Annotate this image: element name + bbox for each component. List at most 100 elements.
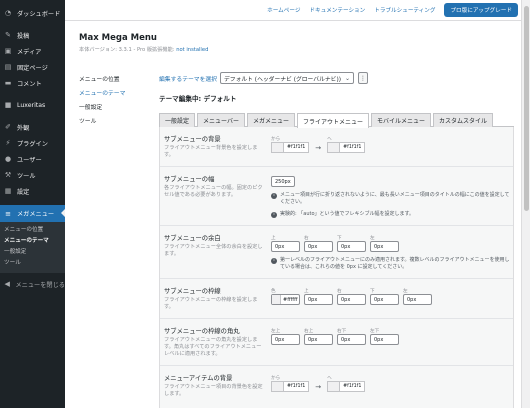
settings-icon: ▦ [4, 187, 12, 195]
tab-general[interactable]: 一般設定 [159, 113, 196, 127]
collapse-icon: ◀ [4, 280, 10, 288]
documentation-link[interactable]: ドキュメンテーション [309, 6, 365, 14]
subnav-tools[interactable]: ツール [79, 115, 139, 129]
border-color-picker[interactable]: #ffffff [271, 294, 300, 305]
sidebar-item-dashboard[interactable]: ◔ ダッシュボード [0, 5, 65, 21]
arrow-right-icon: → [315, 144, 322, 152]
plugin-title: Max Mega Menu [79, 33, 157, 43]
setting-row-submenu-width: サブメニューの幅各フライアウトメニューの幅。固定のピクセル値である必要があります… [160, 167, 513, 226]
color-swatch [328, 143, 341, 152]
submenu-item-themes[interactable]: メニューのテーマ [0, 236, 65, 247]
tab-flyout-menu[interactable]: フライアウトメニュー [296, 113, 369, 128]
brush-icon: ✐ [5, 123, 11, 131]
padding-bottom-input[interactable]: 0px [337, 241, 366, 252]
sidebar-item-settings[interactable]: ▦ 設定 [0, 183, 65, 199]
wrench-icon: ⚒ [4, 171, 12, 179]
subnav-location[interactable]: メニューの位置 [79, 73, 139, 87]
border-bottom-input[interactable]: 0px [370, 294, 399, 305]
submenu-width-input[interactable]: 250px [271, 176, 295, 187]
setting-title: サブメニューの枠線の角丸 [164, 328, 240, 335]
tab-mobile-menu[interactable]: モバイルメニュー [371, 113, 432, 127]
homepage-link[interactable]: ホームページ [267, 6, 300, 14]
sidebar-item-users[interactable]: ● ユーザー [0, 151, 65, 167]
setting-title: サブメニューの幅 [164, 176, 215, 183]
media-icon: ▣ [4, 47, 12, 55]
luxeritas-icon: ■ [4, 101, 12, 109]
radius-top-right-input[interactable]: 0px [304, 334, 333, 345]
sidebar-item-tools[interactable]: ⚒ ツール [0, 167, 65, 183]
padding-top-input[interactable]: 0px [271, 241, 300, 252]
collapse-menu-button[interactable]: ◀ メニューを閉じる [0, 276, 65, 292]
theme-tabs: 一般設定 メニューバー メガメニュー フライアウトメニュー モバイルメニュー カ… [159, 113, 514, 128]
color-swatch [272, 295, 281, 304]
sidebar-item-plugins[interactable]: ⚡ プラグイン [0, 135, 65, 151]
upgrade-pro-button[interactable]: プロ版にアップグレード [444, 3, 518, 17]
radius-bottom-right-input[interactable]: 0px [337, 334, 366, 345]
submenu-item-tools[interactable]: ツール [0, 258, 65, 269]
setting-desc: フライアウトメニューの枠線を設定します。 [164, 297, 258, 310]
border-top-input[interactable]: 0px [304, 294, 333, 305]
subnav-themes[interactable]: メニューのテーマ [79, 87, 139, 101]
submenu-item-general[interactable]: 一般設定 [0, 247, 65, 258]
color-picker-to[interactable]: #f1f1f1 [327, 142, 366, 153]
flyout-settings: サブメニューの背景 フライアウトメニュー背景色を設定します。 から #f1f1f1 … [159, 127, 514, 408]
sidebar-item-posts[interactable]: ✎ 投稿 [0, 27, 65, 43]
info-icon: i [271, 257, 277, 264]
comment-icon: ▬ [4, 79, 12, 87]
tab-custom-style[interactable]: カスタムスタイル [433, 113, 494, 127]
theme-selector: 編集するテーマを選択 デフォルト (ヘッダーナビ (グローバルナビ)) ⌄ ⋮ [159, 72, 514, 84]
admin-sidebar: ◔ ダッシュボード ✎ 投稿 ▣ メディア ▤ 固定ページ ▬ コメント ■ Luxerit… [0, 0, 65, 408]
setting-title: サブメニューの背景 [164, 136, 221, 143]
submenu-item-location[interactable]: メニューの位置 [0, 225, 65, 236]
dashboard-icon: ◔ [4, 9, 12, 17]
troubleshooting-link[interactable]: トラブルシューティング [374, 6, 435, 14]
pin-icon: ✎ [5, 31, 11, 39]
setting-row-submenu-radius: サブメニューの枠線の角丸フライアウトメニューの角丸を設定します。角丸はすべてのフ… [160, 319, 513, 366]
user-icon: ● [4, 155, 12, 163]
border-left-input[interactable]: 0px [403, 294, 432, 305]
color-swatch [272, 143, 284, 152]
sidebar-item-appearance[interactable]: ✐ 外観 [0, 119, 65, 135]
arrow-right-icon: → [315, 383, 322, 391]
main-panel: Max Mega Menu 本体バージョン: 3.3.1 - Pro 版拡張機能… [65, 21, 521, 408]
setting-row-submenu-bg: サブメニューの背景 フライアウトメニュー背景色を設定します。 から #f1f1f1 … [160, 127, 513, 167]
setting-desc: フライアウトメニュー全体の余白を設定します。 [164, 244, 263, 257]
radius-top-left-input[interactable]: 0px [271, 334, 300, 345]
setting-title: サブメニューの枠線 [164, 288, 221, 295]
setting-desc: フライアウトメニューの角丸を設定します。角丸はすべてのフライアウトメニューレベル… [164, 337, 262, 357]
color-picker-to[interactable]: #f1f1f1 [327, 381, 366, 392]
padding-left-input[interactable]: 0px [370, 241, 399, 252]
color-swatch [328, 382, 341, 391]
subnav-general[interactable]: 一般設定 [79, 101, 139, 115]
plugin-subnav: メニューの位置 メニューのテーマ 一般設定 ツール [79, 73, 139, 129]
page-scrollbar[interactable] [521, 0, 530, 408]
border-right-input[interactable]: 0px [337, 294, 366, 305]
setting-row-item-bg: メニューアイテムの背景 フライアウトメニュー項目の背景色を設定します。 から #f1… [160, 366, 513, 405]
radius-bottom-left-input[interactable]: 0px [370, 334, 399, 345]
sidebar-submenu: メニューの位置 メニューのテーマ 一般設定 ツール [0, 222, 65, 273]
setting-row-submenu-border: サブメニューの枠線 フライアウトメニューの枠線を設定します。 色 #ffffff 上… [160, 279, 513, 319]
chevron-down-icon: ⌄ [344, 75, 351, 82]
sidebar-item-luxeritas[interactable]: ■ Luxeritas [0, 97, 65, 113]
sidebar-item-comments[interactable]: ▬ コメント [0, 75, 65, 91]
version-info: 本体バージョン: 3.3.1 - Pro 版拡張機能: not installe… [79, 47, 209, 53]
theme-editor: 編集するテーマを選択 デフォルト (ヘッダーナビ (グローバルナビ)) ⌄ ⋮ テ… [159, 72, 514, 408]
theme-selector-label: 編集するテーマを選択 [159, 76, 217, 83]
sidebar-item-media[interactable]: ▣ メディア [0, 43, 65, 59]
info-icon: i [271, 211, 277, 218]
sidebar-item-pages[interactable]: ▤ 固定ページ [0, 59, 65, 75]
tab-mega-menu[interactable]: メガメニュー [246, 113, 295, 127]
sidebar-item-megamenu[interactable]: ≡ メガメニュー [0, 205, 65, 222]
setting-desc: フライアウトメニュー項目の背景色を設定します。 [164, 384, 263, 397]
padding-right-input[interactable]: 0px [304, 241, 333, 252]
plugin-icon: ⚡ [5, 139, 11, 147]
color-picker-from[interactable]: #f1f1f1 [271, 142, 310, 153]
setting-title: サブメニューの余白 [164, 235, 221, 242]
setting-desc: 各フライアウトメニューの幅。固定のピクセル値である必要があります。 [164, 185, 263, 198]
setting-title: メニューアイテムの背景 [164, 375, 233, 382]
tab-menu-bar[interactable]: メニューバー [197, 113, 245, 127]
theme-select[interactable]: デフォルト (ヘッダーナビ (グローバルナビ)) ⌄ [219, 72, 355, 84]
color-picker-from[interactable]: #f1f1f1 [271, 381, 310, 392]
more-options-icon[interactable]: ⋮ [358, 72, 369, 84]
scrollbar-thumb[interactable] [524, 6, 529, 211]
